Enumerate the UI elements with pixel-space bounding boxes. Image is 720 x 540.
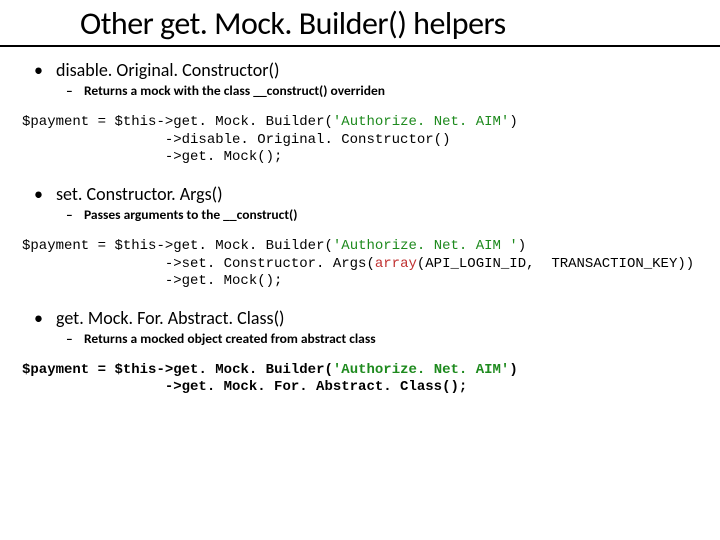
bullet-sub: Passes arguments to the __construct() [66, 207, 698, 224]
title-bar: Other get. Mock. Builder() helpers [0, 0, 720, 47]
bullet-sub-text: Returns a mocked object created from abs… [84, 330, 376, 347]
bullet-sub: Returns a mocked object created from abs… [66, 331, 698, 348]
bullet-sub-text: Returns a mock with the class __construc… [84, 82, 385, 99]
bullet-heading: get. Mock. For. Abstract. Class()Returns… [34, 307, 698, 348]
page-title: Other get. Mock. Builder() helpers [80, 6, 670, 43]
bullet-heading-text: set. Constructor. Args() [56, 183, 223, 205]
bullet-sub: Returns a mock with the class __construc… [66, 83, 698, 100]
bullet-heading-text: get. Mock. For. Abstract. Class() [56, 307, 285, 329]
code-block: $payment = $this->get. Mock. Builder('Au… [22, 238, 698, 291]
code-block: $payment = $this->get. Mock. Builder('Au… [22, 362, 698, 397]
bullet-heading: disable. Original. Constructor()Returns … [34, 59, 698, 100]
bullet-sub-text: Passes arguments to the __construct() [84, 206, 297, 223]
bullet-heading-text: disable. Original. Constructor() [56, 59, 279, 81]
code-block: $payment = $this->get. Mock. Builder('Au… [22, 114, 698, 167]
bullet-heading: set. Constructor. Args()Passes arguments… [34, 183, 698, 224]
